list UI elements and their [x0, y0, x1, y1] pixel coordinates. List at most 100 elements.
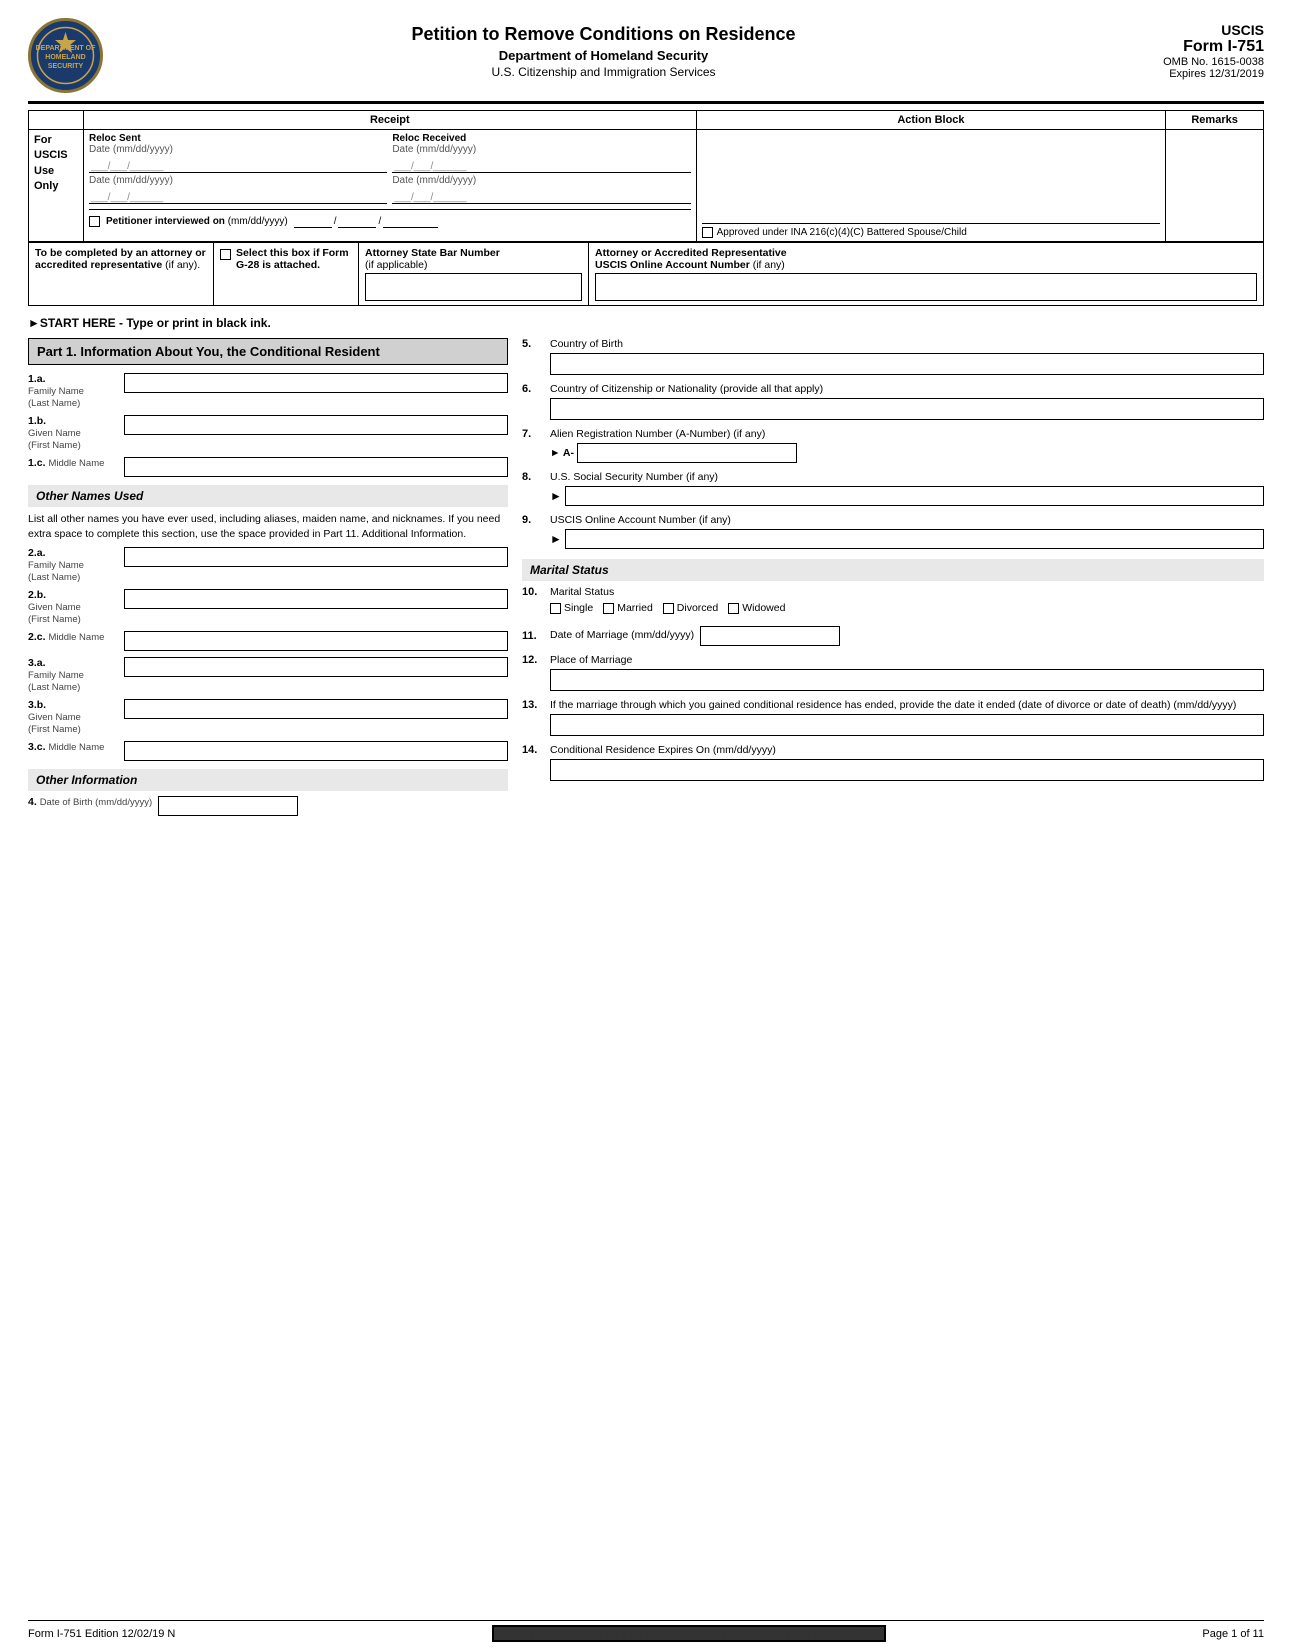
attorney-table: To be completed by an attorney or accred… [28, 242, 1264, 306]
field-2b-row: 2.b.Given Name(First Name) [28, 589, 508, 625]
form-sub2: U.S. Citizenship and Immigration Service… [103, 65, 1104, 79]
right-column: 5. Country of Birth 6. Country of Citize… [522, 338, 1264, 822]
reloc-sent-date2-field[interactable]: ___/___/______ [89, 188, 387, 204]
field-2a-label: 2.a.Family Name(Last Name) [28, 547, 118, 583]
marital-divorced-label: Divorced [677, 602, 718, 614]
field-2a-input[interactable] [124, 547, 508, 567]
marital-divorced: Divorced [663, 602, 718, 614]
form-number: Form I-751 [1104, 38, 1264, 56]
attorney-bar-input[interactable] [365, 273, 582, 301]
field-8-container: 8. U.S. Social Security Number (if any) … [522, 471, 1264, 506]
marital-single-checkbox[interactable] [550, 603, 561, 614]
field-13-input[interactable] [550, 714, 1264, 736]
field-1b-label: 1.b. Given Name(First Name) [28, 415, 118, 451]
field-7-prefix: ► A- [550, 447, 574, 459]
field-3c-input[interactable] [124, 741, 508, 761]
field-9-input[interactable] [565, 529, 1264, 549]
field-5-num: 5. [522, 338, 544, 350]
header-right: USCIS Form I-751 OMB No. 1615-0038 Expir… [1104, 18, 1264, 80]
other-names-heading: Other Names Used [28, 485, 508, 507]
attorney-completed-cell: To be completed by an attorney or accred… [29, 243, 214, 306]
field-8-num: 8. [522, 471, 544, 483]
reloc-sent-date-field[interactable]: ___/___/______ [89, 157, 387, 173]
footer-form-info: Form I-751 Edition 12/02/19 N [28, 1628, 175, 1640]
petitioner-date[interactable]: / / [294, 214, 439, 228]
field-3b-row: 3.b.Given Name(First Name) [28, 699, 508, 735]
receipt-cell: Reloc Sent Date (mm/dd/yyyy) ___/___/___… [84, 130, 697, 242]
field-5-container: 5. Country of Birth [522, 338, 1264, 375]
field-1c-input[interactable] [124, 457, 508, 477]
field-9-arrow: ► [550, 532, 562, 546]
field-12-input[interactable] [550, 669, 1264, 691]
marital-single-label: Single [564, 602, 593, 614]
field-2c-input[interactable] [124, 631, 508, 651]
part1-heading: Part 1. Information About You, the Condi… [28, 338, 508, 365]
svg-text:HOMELAND: HOMELAND [45, 54, 85, 61]
field-6-input[interactable] [550, 398, 1264, 420]
field-12-container: 12. Place of Marriage [522, 654, 1264, 691]
for-uscis-cell: For USCIS Use Only [29, 130, 84, 242]
left-column: Part 1. Information About You, the Condi… [28, 338, 508, 822]
field-5-input[interactable] [550, 353, 1264, 375]
reloc-received-label: Reloc Received [392, 133, 690, 144]
marital-divorced-checkbox[interactable] [663, 603, 674, 614]
field-13-num: 13. [522, 699, 544, 711]
attorney-rep-input[interactable] [595, 273, 1257, 301]
footer-edition-label: Edition [85, 1628, 119, 1640]
field-1c-label: 1.c. Middle Name [28, 457, 118, 469]
field-3c-row: 3.c. Middle Name [28, 741, 508, 761]
attorney-rep-label: Attorney or Accredited Representative US… [595, 247, 1257, 271]
remarks-cell [1166, 130, 1264, 242]
field-8-input[interactable] [565, 486, 1264, 506]
marital-married-checkbox[interactable] [603, 603, 614, 614]
field-3c-label: 3.c. Middle Name [28, 741, 118, 753]
approved-checkbox[interactable] [702, 227, 713, 238]
petitioner-checkbox[interactable] [89, 216, 100, 227]
attorney-completed-label: To be completed by an attorney or accred… [35, 247, 206, 271]
field-10-container: 10. Marital Status Single Married [522, 586, 1264, 618]
field-1a-row: 1.a. Family Name(Last Name) [28, 373, 508, 409]
field-11-label: Date of Marriage (mm/dd/yyyy) [550, 629, 694, 641]
field-3a-label: 3.a.Family Name(Last Name) [28, 657, 118, 693]
other-info-heading: Other Information [28, 769, 508, 791]
reloc-sent-date-label: Date (mm/dd/yyyy) [89, 144, 387, 155]
field-7-label: Alien Registration Number (A-Number) (if… [550, 428, 1264, 440]
field-14-num: 14. [522, 744, 544, 756]
field-3a-input[interactable] [124, 657, 508, 677]
marital-heading: Marital Status [522, 559, 1264, 581]
marital-widowed-checkbox[interactable] [728, 603, 739, 614]
field-12-num: 12. [522, 654, 544, 666]
field-11-container: 11. Date of Marriage (mm/dd/yyyy) [522, 626, 1264, 646]
field-11-input[interactable] [700, 626, 840, 646]
field-1c-row: 1.c. Middle Name [28, 457, 508, 477]
field-14-input[interactable] [550, 759, 1264, 781]
field-8-label: U.S. Social Security Number (if any) [550, 471, 1264, 483]
attorney-rep-cell: Attorney or Accredited Representative US… [589, 243, 1264, 306]
field-1a-input[interactable] [124, 373, 508, 393]
attorney-bar-label: Attorney State Bar Number (if applicable… [365, 247, 582, 271]
field-7-input[interactable] [577, 443, 797, 463]
reloc-received-date-field[interactable]: ___/___/______ [392, 157, 690, 173]
reloc-received-date2-field[interactable]: ___/___/______ [392, 188, 690, 204]
field-14-container: 14. Conditional Residence Expires On (mm… [522, 744, 1264, 781]
field-1b-row: 1.b. Given Name(First Name) [28, 415, 508, 451]
field-4-input[interactable] [158, 796, 298, 816]
field-3b-input[interactable] [124, 699, 508, 719]
field-2c-label: 2.c. Middle Name [28, 631, 118, 643]
other-names-text: List all other names you have ever used,… [28, 512, 508, 541]
field-2c-row: 2.c. Middle Name [28, 631, 508, 651]
field-1b-input[interactable] [124, 415, 508, 435]
petitioner-date-part3 [383, 214, 438, 228]
field-9-num: 9. [522, 514, 544, 526]
receipt-header: Receipt [84, 111, 697, 130]
footer-page-info: Page 1 of 11 [1202, 1628, 1264, 1640]
footer-barcode: ▌║▌║▌║▌║▌║▌▌║▌▌║▌║▌║▌║▌▌║▌║▌▌║▌║▌║▌║▌▌║▌… [492, 1625, 886, 1642]
reloc-received-date2-label: Date (mm/dd/yyyy) [392, 175, 690, 186]
action-block-cell: Approved under INA 216(c)(4)(C) Battered… [696, 130, 1166, 242]
approved-label: Approved under INA 216(c)(4)(C) Battered… [717, 227, 967, 238]
field-2b-input[interactable] [124, 589, 508, 609]
field-9-label: USCIS Online Account Number (if any) [550, 514, 1264, 526]
reloc-sent-label: Reloc Sent [89, 133, 387, 144]
form-g28-checkbox[interactable] [220, 249, 231, 260]
attorney-bar-cell: Attorney State Bar Number (if applicable… [359, 243, 589, 306]
